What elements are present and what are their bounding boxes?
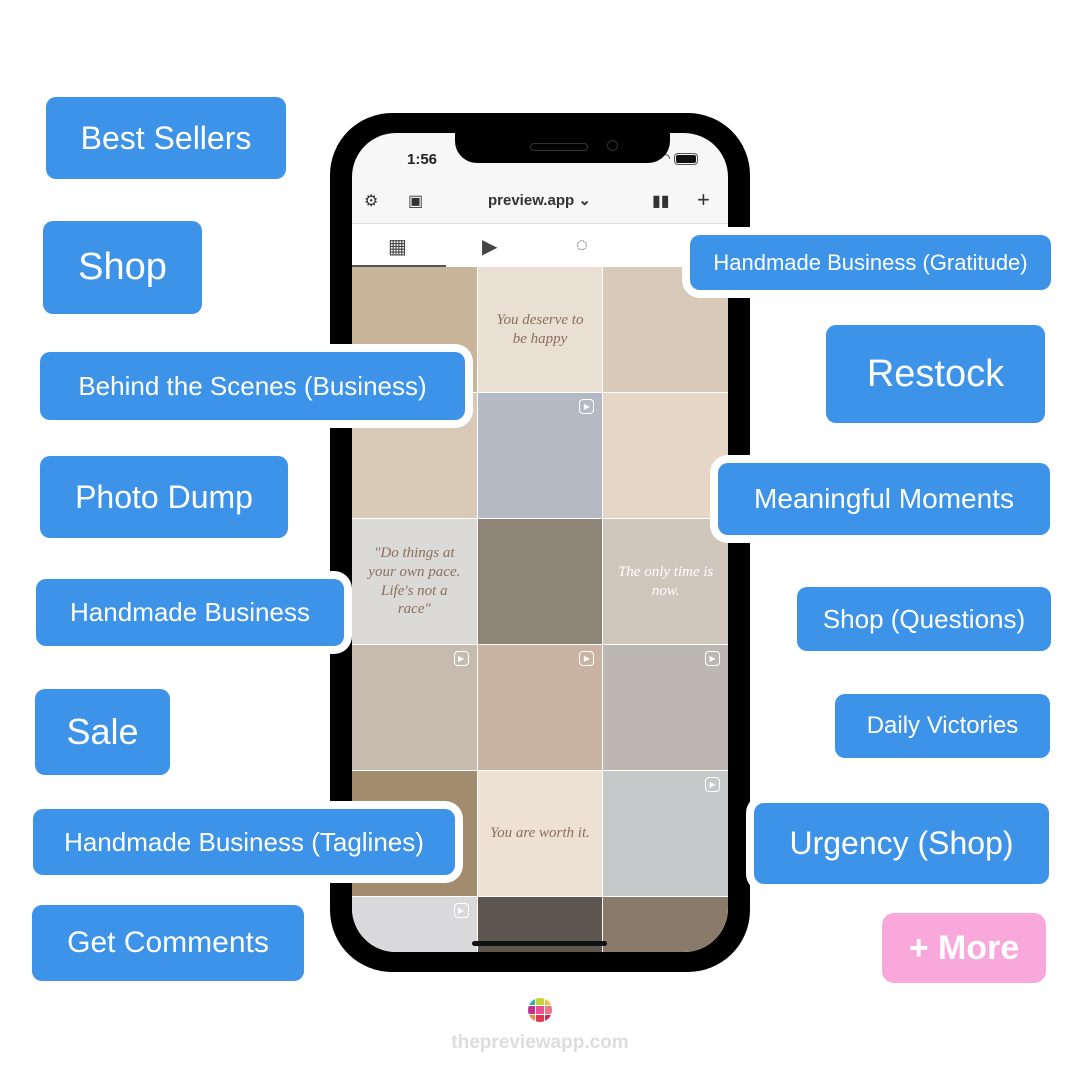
top-bar: ⚙ ▣ preview.app ⌄ ▮▮ + xyxy=(352,183,728,223)
reel-icon: ▸ xyxy=(579,399,595,414)
label-restock[interactable]: Restock xyxy=(826,325,1045,423)
post-quote-text: You deserve to be happy xyxy=(496,311,584,347)
home-indicator xyxy=(472,941,607,946)
analytics-icon[interactable]: ▮▮ xyxy=(652,191,670,211)
post-tile[interactable] xyxy=(603,897,728,952)
notch xyxy=(455,133,670,163)
status-time: 1:56 xyxy=(407,151,438,168)
label-daily-victories[interactable]: Daily Victories xyxy=(835,694,1050,758)
preview-app-logo xyxy=(528,998,552,1022)
post-tile[interactable]: "Do things at your own pace. Life's not … xyxy=(352,519,477,644)
post-tile[interactable]: ▸ xyxy=(477,645,603,770)
label-meaningful-moments[interactable]: Meaningful Moments xyxy=(718,463,1050,535)
account-name: preview.app xyxy=(488,192,575,209)
website-text: thepreviewapp.com xyxy=(451,1032,629,1053)
post-quote-text: The only time is now. xyxy=(617,563,714,599)
reel-icon: ▸ xyxy=(704,651,720,666)
post-quote-text: "Do things at your own pace. Life's not … xyxy=(368,545,461,618)
battery-icon xyxy=(674,152,698,165)
post-tile[interactable] xyxy=(477,519,603,644)
view-tabs: ▦ ▶ ◌ xyxy=(352,223,728,267)
label-get-comments[interactable]: Get Comments xyxy=(32,905,304,981)
post-tile[interactable] xyxy=(603,393,728,518)
reel-icon: ▸ xyxy=(453,651,469,666)
post-tile[interactable]: The only time is now. xyxy=(603,519,728,644)
label-urgency-shop[interactable]: Urgency (Shop) xyxy=(754,803,1049,884)
chevron-down-icon: ⌄ xyxy=(578,192,591,209)
gear-icon[interactable]: ⚙ xyxy=(364,191,378,211)
post-tile[interactable]: ▸ xyxy=(603,771,728,896)
label-best-sellers[interactable]: Best Sellers xyxy=(46,97,286,179)
plus-icon[interactable]: + xyxy=(697,187,710,213)
stories-tab-icon[interactable]: ◌ xyxy=(576,234,588,257)
label-sale[interactable]: Sale xyxy=(35,689,170,775)
post-tile[interactable]: ▸ xyxy=(477,393,603,518)
label-handmade-business[interactable]: Handmade Business xyxy=(36,579,344,646)
label-photo-dump[interactable]: Photo Dump xyxy=(40,456,288,538)
label-shop-questions[interactable]: Shop (Questions) xyxy=(797,587,1051,651)
reel-icon: ▸ xyxy=(579,651,595,666)
grid-tab-icon[interactable]: ▦ xyxy=(388,234,407,259)
account-switcher[interactable]: preview.app ⌄ xyxy=(488,191,591,209)
post-tile[interactable]: You are worth it. xyxy=(477,771,603,896)
reel-icon: ▸ xyxy=(704,777,720,792)
post-quote-text: You are worth it. xyxy=(490,825,590,842)
label-shop[interactable]: Shop xyxy=(43,221,202,314)
post-tile[interactable]: You deserve to be happy xyxy=(477,267,603,392)
post-tile[interactable]: ▸ xyxy=(352,897,477,952)
post-tile[interactable]: ▸ xyxy=(603,645,728,770)
label-handmade-gratitude[interactable]: Handmade Business (Gratitude) xyxy=(690,235,1051,290)
reels-tab-icon[interactable]: ▶ xyxy=(482,234,497,259)
reel-icon: ▸ xyxy=(453,903,469,918)
more-button[interactable]: + More xyxy=(882,913,1046,983)
label-behind-the-scenes[interactable]: Behind the Scenes (Business) xyxy=(40,352,465,420)
label-handmade-taglines[interactable]: Handmade Business (Taglines) xyxy=(33,809,455,875)
post-tile[interactable]: ▸ xyxy=(352,645,477,770)
calendar-icon[interactable]: ▣ xyxy=(408,191,423,211)
